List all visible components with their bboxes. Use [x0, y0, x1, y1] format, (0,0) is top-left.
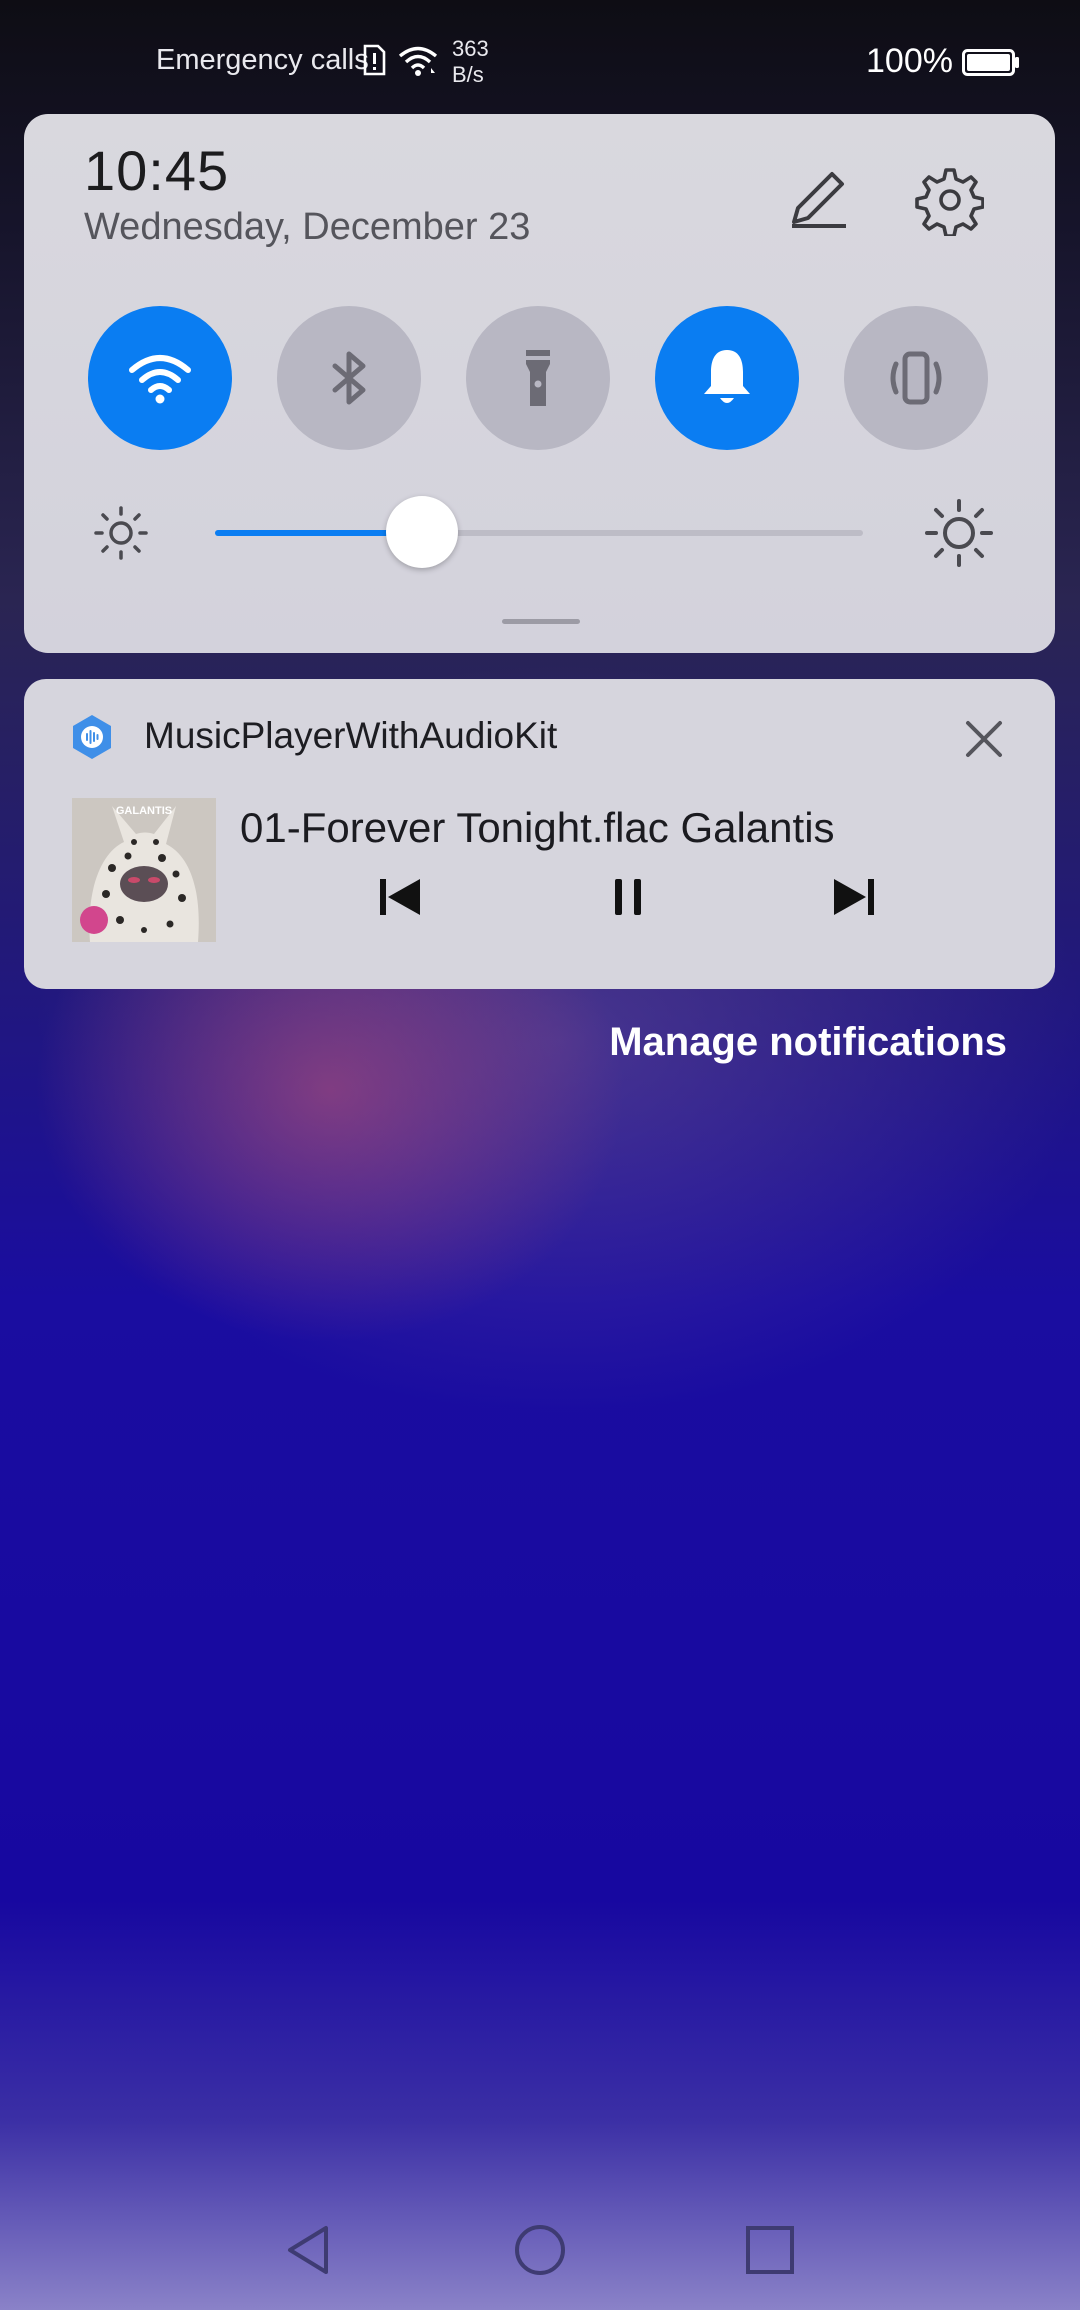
bluetooth-toggle[interactable]: [277, 306, 421, 450]
back-icon[interactable]: [282, 2222, 338, 2278]
pause-icon[interactable]: [598, 867, 658, 927]
brightness-low-icon: [94, 506, 148, 560]
close-icon[interactable]: [962, 717, 1006, 761]
recents-icon[interactable]: [742, 2222, 798, 2278]
media-notification[interactable]: MusicPlayerWithAudioKit GALANTIS 01-Fore…: [24, 679, 1055, 989]
bell-icon: [704, 350, 750, 403]
album-art-text: GALANTIS: [116, 805, 172, 817]
brightness-slider[interactable]: [215, 496, 863, 568]
brightness-thumb[interactable]: [386, 496, 459, 568]
track-title: 01-Forever Tonight.flac Galantis: [240, 804, 835, 851]
status-bar: Emergency calls 363 B/s 100%: [0, 0, 1080, 112]
settings-gear-icon[interactable]: [912, 164, 984, 236]
clock-time[interactable]: 10:45: [84, 138, 229, 203]
sim-alert-icon: [363, 44, 386, 76]
wifi-icon: [398, 46, 438, 76]
network-speed: 363 B/s: [452, 36, 489, 87]
wifi-icon: [129, 355, 191, 404]
carrier-text: Emergency calls: [156, 44, 369, 76]
app-audio-icon: [73, 715, 111, 759]
next-icon[interactable]: [824, 867, 884, 927]
flashlight-toggle[interactable]: [466, 306, 610, 450]
sound-toggle[interactable]: [655, 306, 799, 450]
flashlight-icon: [526, 350, 550, 406]
edit-pencil-icon[interactable]: [780, 164, 852, 236]
app-name: MusicPlayerWithAudioKit: [144, 715, 558, 756]
previous-icon[interactable]: [370, 867, 430, 927]
battery-icon: [962, 49, 1019, 76]
battery-percent: 100%: [866, 42, 953, 80]
vibrate-icon: [890, 351, 942, 405]
home-icon[interactable]: [512, 2222, 568, 2278]
quick-settings-panel: 10:45 Wednesday, December 23: [24, 114, 1055, 653]
date-text[interactable]: Wednesday, December 23: [84, 206, 530, 249]
album-art: GALANTIS: [72, 798, 216, 942]
vibrate-toggle[interactable]: [844, 306, 988, 450]
brightness-high-icon: [925, 499, 993, 567]
expand-handle[interactable]: [502, 619, 580, 624]
manage-notifications-link[interactable]: Manage notifications: [609, 1020, 1007, 1065]
wifi-toggle[interactable]: [88, 306, 232, 450]
bluetooth-icon: [332, 351, 366, 405]
